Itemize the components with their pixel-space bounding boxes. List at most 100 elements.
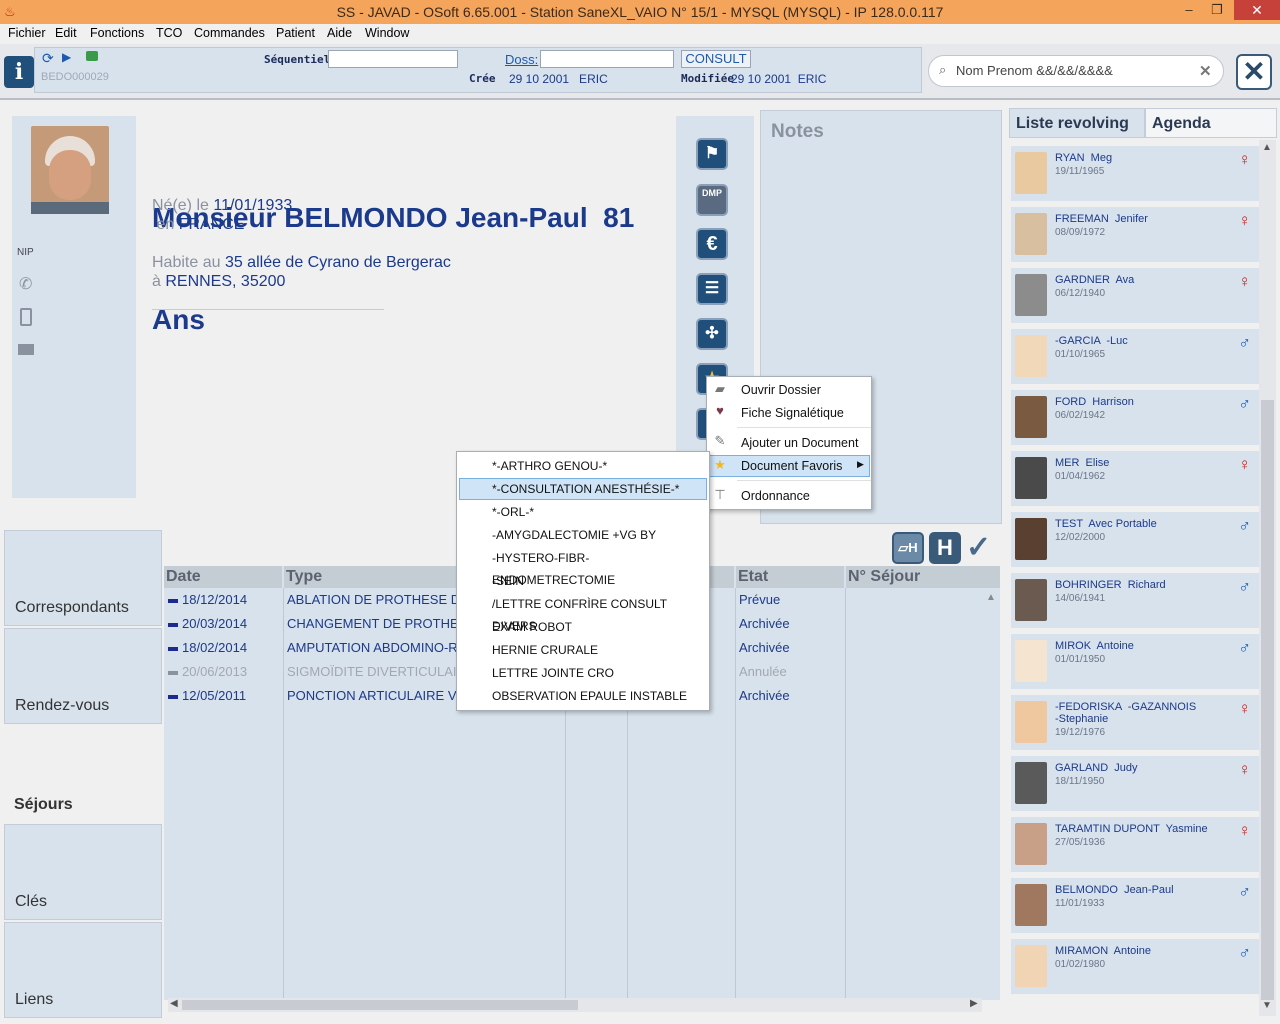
favori-item[interactable]: -SEIN xyxy=(492,570,524,592)
close-patient-icon[interactable]: ✕ xyxy=(1236,54,1272,90)
patient-search-box[interactable]: ⌕ Nom Prenom &&/&&/&&&& ✕ xyxy=(928,55,1224,87)
hospital-folder-icon[interactable]: ▱H xyxy=(892,532,924,564)
info-icon[interactable]: i xyxy=(4,56,34,88)
table-row[interactable]: 12/05/2011 xyxy=(168,687,246,705)
table-cell-type[interactable]: AMPUTATION ABDOMINO-R xyxy=(287,639,458,657)
flag-folder-icon[interactable]: ⚑ xyxy=(696,138,728,170)
list-item[interactable]: FORD Harrison 06/02/1942 ♂ xyxy=(1011,390,1259,448)
menu-window[interactable]: Window xyxy=(365,26,409,40)
mail-icon[interactable] xyxy=(18,344,34,355)
doss-input[interactable] xyxy=(540,50,674,68)
menu-item-ouvrir-dossier[interactable]: Ouvrir Dossier xyxy=(741,379,821,401)
modifiee-value: 29 10 2001 ERIC xyxy=(731,72,827,86)
tab-cles[interactable]: Clés xyxy=(4,824,162,920)
table-cell-type[interactable]: SIGMOÏDITE DIVERTICULAIR xyxy=(287,663,466,681)
green-id-icon[interactable] xyxy=(86,51,98,61)
favori-item[interactable]: *-CONSULTATION ANESTHÉSIE-* xyxy=(492,478,679,500)
menu-fichier[interactable]: Fichier xyxy=(8,26,46,40)
menu-item-ajouter-document[interactable]: Ajouter un Document xyxy=(741,432,858,454)
window-close-icon[interactable]: ✕ xyxy=(1234,0,1280,20)
doss-link[interactable]: Doss: xyxy=(505,52,538,67)
tab-sejours[interactable]: Séjours xyxy=(4,726,162,822)
menu-item-ordonnance[interactable]: Ordonnance xyxy=(741,485,810,507)
list-item[interactable]: -FEDORISKA -GAZANNOIS -Stephanie 19/12/19… xyxy=(1011,695,1259,753)
list-item[interactable]: -GARCIA -Luc 01/10/1965 ♂ xyxy=(1011,329,1259,387)
table-cell-type[interactable]: ABLATION DE PROTHESE D xyxy=(287,591,460,609)
mobile-icon[interactable] xyxy=(20,308,32,326)
menu-edit[interactable]: Edit xyxy=(55,26,77,40)
female-icon: ♀ xyxy=(1238,455,1251,474)
euro-icon[interactable]: € xyxy=(696,228,728,260)
table-cell-type[interactable]: PONCTION ARTICULAIRE V xyxy=(287,687,457,705)
list-item[interactable]: RYAN Meg 19/11/1965 ♀ xyxy=(1011,146,1259,204)
check-icon[interactable]: ✓ xyxy=(966,530,991,565)
id-card-icon[interactable]: ☰ xyxy=(696,273,728,305)
list-item[interactable]: FREEMAN Jenifer 08/09/1972 ♀ xyxy=(1011,207,1259,265)
tab-liste-revolving[interactable]: Liste revolving xyxy=(1009,108,1145,138)
scroll-left-icon[interactable]: ◀ xyxy=(170,998,178,1009)
favori-item[interactable]: -HYSTERO-FIBR-ENDOMETRECTOMIE xyxy=(492,547,709,587)
sequentiel-input[interactable] xyxy=(328,50,458,68)
list-item[interactable]: GARDNER Ava 06/12/1940 ♀ xyxy=(1011,268,1259,326)
list-item[interactable]: BELMONDO Jean-Paul 11/01/1933 ♂ xyxy=(1011,878,1259,936)
birth-date: 01/02/1980 xyxy=(1055,959,1106,970)
list-item[interactable]: GARLAND Judy 18/11/1950 ♀ xyxy=(1011,756,1259,814)
minimize-icon[interactable]: – xyxy=(1176,0,1202,20)
phone-icon[interactable]: ✆ xyxy=(19,274,32,294)
favori-item[interactable]: EXAM ROBOT xyxy=(492,616,572,638)
hospital-add-icon[interactable]: H xyxy=(929,532,961,564)
list-item[interactable]: MIRAMON Antoine 01/02/1980 ♂ xyxy=(1011,939,1259,997)
refresh-icon[interactable]: ⟳ xyxy=(42,50,54,67)
scroll-thumb[interactable] xyxy=(182,1000,578,1010)
tab-agenda[interactable]: Agenda xyxy=(1145,108,1277,138)
scroll-right-icon[interactable]: ▶ xyxy=(970,998,978,1009)
consult-button[interactable]: CONSULT xyxy=(681,50,751,68)
favori-item[interactable]: -AMYGDALECTOMIE +VG BY xyxy=(492,524,656,546)
list-item[interactable]: TARAMTIN DUPONT Yasmine 27/05/1936 ♀ xyxy=(1011,817,1259,875)
col-date-header[interactable]: Date xyxy=(164,566,282,588)
divider xyxy=(152,309,384,310)
forward-arrow-icon[interactable]: ▶ xyxy=(62,50,71,64)
tab-liens[interactable]: Liens xyxy=(4,922,162,1018)
list-item[interactable]: MIROK Antoine 01/01/1950 ♂ xyxy=(1011,634,1259,692)
context-menu: ▰ Ouvrir Dossier ♥ Fiche Signalétique ✎ … xyxy=(706,376,872,510)
menu-commandes[interactable]: Commandes xyxy=(194,26,265,40)
record-panel xyxy=(34,47,922,93)
favori-item[interactable]: *-ARTHRO GENOU-* xyxy=(492,455,607,477)
clear-search-icon[interactable]: ✕ xyxy=(1199,62,1212,80)
horizontal-scrollbar[interactable]: ◀ ▶ xyxy=(168,998,982,1012)
tab-rendez-vous[interactable]: Rendez-vous xyxy=(4,628,162,724)
table-row[interactable]: 20/03/2014 xyxy=(168,615,247,633)
scroll-up-icon[interactable]: ▲ xyxy=(986,592,996,603)
dmp-icon[interactable]: DMP xyxy=(696,184,728,216)
menu-fonctions[interactable]: Fonctions xyxy=(90,26,144,40)
list-item[interactable]: BOHRINGER Richard 14/06/1941 ♂ xyxy=(1011,573,1259,631)
favori-item[interactable]: HERNIE CRURALE xyxy=(492,639,598,661)
table-cell-type[interactable]: CHANGEMENT DE PROTHE xyxy=(287,615,459,633)
table-row[interactable]: 18/02/2014 xyxy=(168,639,247,657)
scroll-up-icon[interactable]: ▲ xyxy=(1262,142,1272,153)
accessibility-icon[interactable]: ✣ xyxy=(696,318,728,350)
menu-aide[interactable]: Aide xyxy=(327,26,352,40)
table-row[interactable]: 20/06/2013 xyxy=(168,663,247,681)
list-item[interactable]: TEST Avec Portable 12/02/2000 ♂ xyxy=(1011,512,1259,570)
list-item[interactable]: MER Elise 01/04/1962 ♀ xyxy=(1011,451,1259,509)
col-etat-header[interactable]: Etat xyxy=(736,566,844,588)
menu-item-fiche-signaletique[interactable]: Fiche Signalétique xyxy=(741,402,844,424)
favori-item[interactable]: /LETTRE CONFRÌRE CONSULT DIVERS xyxy=(492,593,709,633)
search-input[interactable]: Nom Prenom &&/&&/&&&& xyxy=(956,63,1113,78)
restore-icon[interactable]: ❐ xyxy=(1204,0,1230,20)
favori-item[interactable]: *-ORL-* xyxy=(492,501,534,523)
col-sejour-header[interactable]: N° Séjour xyxy=(846,566,1000,588)
menu-item-document-favoris[interactable]: Document Favoris xyxy=(741,455,842,477)
menu-tco[interactable]: TCO xyxy=(156,26,182,40)
favori-item[interactable]: LETTRE JOINTE CRO xyxy=(492,662,614,684)
avatar xyxy=(1015,213,1047,255)
tab-correspondants[interactable]: Correspondants xyxy=(4,530,162,626)
vertical-scrollbar[interactable]: ▲ ▼ xyxy=(1259,140,1276,1016)
favori-item[interactable]: OBSERVATION EPAULE INSTABLE xyxy=(492,685,687,707)
scroll-down-icon[interactable]: ▼ xyxy=(1262,1000,1272,1011)
menu-patient[interactable]: Patient xyxy=(276,26,315,40)
table-row[interactable]: 18/12/2014 xyxy=(168,591,247,609)
scroll-thumb[interactable] xyxy=(1261,400,1274,1000)
